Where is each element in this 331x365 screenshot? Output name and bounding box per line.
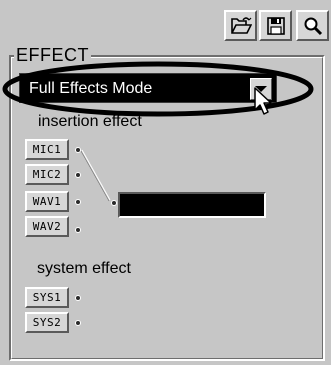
save-button[interactable]: [259, 10, 292, 41]
search-button[interactable]: [296, 10, 329, 41]
port-button-sys1[interactable]: SYS1: [25, 287, 69, 308]
folder-open-icon: [230, 16, 252, 35]
port-button-mic1[interactable]: MIC1: [25, 139, 69, 160]
dropdown-arrow-button[interactable]: [250, 78, 272, 100]
port-button-wav2[interactable]: WAV2: [25, 216, 69, 237]
port-button-wav1[interactable]: WAV1: [25, 191, 69, 212]
mode-dropdown-value: Full Effects Mode: [29, 80, 153, 97]
magnifier-icon: [303, 16, 323, 36]
port-connector-mic1[interactable]: [75, 147, 81, 153]
port-connector-sys1[interactable]: [75, 295, 81, 301]
port-button-sys2[interactable]: SYS2: [25, 312, 69, 333]
open-button[interactable]: [224, 10, 257, 41]
insertion-effect-slot[interactable]: [118, 192, 266, 218]
mode-dropdown[interactable]: Full Effects Mode: [19, 73, 277, 103]
port-connector-mic2[interactable]: [75, 172, 81, 178]
system-effect-label: system effect: [37, 260, 131, 277]
effect-input-connector[interactable]: [111, 200, 117, 206]
port-button-mic2[interactable]: MIC2: [25, 164, 69, 185]
insertion-effect-label: insertion effect: [38, 113, 142, 130]
port-connector-wav1[interactable]: [75, 199, 81, 205]
chevron-down-icon: [255, 86, 267, 92]
port-connector-wav2[interactable]: [75, 227, 81, 233]
effect-group-legend: EFFECT: [14, 44, 91, 66]
port-connector-sys2[interactable]: [75, 320, 81, 326]
floppy-disk-icon: [266, 16, 286, 36]
